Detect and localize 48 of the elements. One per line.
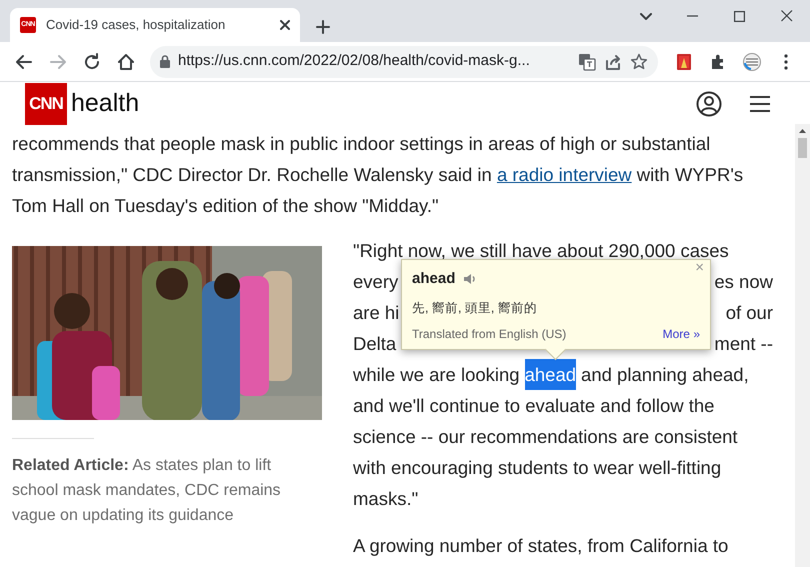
paragraph-text: every: [353, 270, 398, 294]
scroll-up-icon: [799, 129, 806, 133]
paragraph-text: while we are looking: [353, 363, 520, 387]
paragraph-text: ment --: [714, 332, 773, 356]
lock-icon: [160, 55, 170, 68]
article-link[interactable]: a radio interview: [496, 164, 632, 185]
speaker-icon[interactable]: [463, 272, 478, 286]
more-link[interactable]: More »: [662, 325, 700, 344]
back-arrow-icon: [15, 52, 33, 70]
minimize-icon: [687, 15, 698, 17]
tab-title: Covid-19 cases, hospitalization: [46, 16, 226, 34]
account-icon[interactable]: [696, 91, 722, 117]
maximize-icon: [734, 10, 745, 22]
share-icon[interactable]: [604, 52, 622, 70]
scroll-thumb[interactable]: [798, 138, 807, 158]
menu-icon[interactable]: [750, 95, 770, 113]
translated-word: ahead: [412, 269, 456, 289]
translation-text: 先, 嚮前, 頭里, 嚮前的: [412, 300, 538, 316]
article-paragraph: recommends that people mask in public indoor settings in areas of high or substantial transmission," CDC Director Dr. Rochelle Walensky said in a radio interview with WYPR's Tom Hall on Tuesday's edition of the show "Midday.": [12, 132, 744, 218]
plus-icon: [316, 20, 330, 34]
paragraph-text: are hi: [353, 301, 400, 325]
forward-arrow-icon: [49, 52, 67, 70]
book-extension-icon[interactable]: [675, 52, 693, 70]
new-tab-button[interactable]: [316, 20, 330, 34]
star-icon[interactable]: [630, 52, 648, 70]
related-article-text[interactable]: Related Article: As states plan to lift school mask mandates, CDC remains vague on updating its guidance: [12, 453, 322, 528]
paragraph-text: and planning ahead,: [581, 363, 749, 387]
home-icon: [117, 52, 135, 70]
source-language-text: Translated from English (US): [412, 326, 566, 344]
url-text: https://us.cnn.com/2022/02/08/health/covid-mask-g...: [178, 51, 531, 72]
paragraph-text: "Right now, we still have about 290,000 cases: [353, 239, 729, 263]
close-icon: [780, 10, 792, 22]
chevron-icon: [640, 12, 652, 20]
section-title: health: [71, 88, 140, 120]
address-bar[interactable]: https://us.cnn.com/2022/02/08/health/covid-mask-g...: [150, 46, 658, 78]
tab-close-button[interactable]: [280, 20, 290, 30]
article-paragraph: A growing number of states, from California to: [353, 534, 730, 558]
paragraph-text: Delta: [353, 332, 396, 356]
profile-avatar-icon[interactable]: [743, 52, 761, 70]
reload-icon: [83, 52, 101, 70]
paragraph-text: of our: [726, 301, 773, 325]
translate-icon[interactable]: [578, 52, 596, 70]
scrollbar[interactable]: [795, 124, 810, 567]
selected-text: ahead: [524, 359, 576, 390]
paragraph-text: es now: [714, 270, 773, 294]
site-logo[interactable]: CNN: [25, 83, 67, 125]
close-icon: [280, 20, 290, 30]
article-paragraph: and we'll continue to evaluate and follow the science -- our recommendations are consistent with encouraging students to wear well-fitting masks.": [353, 394, 739, 511]
